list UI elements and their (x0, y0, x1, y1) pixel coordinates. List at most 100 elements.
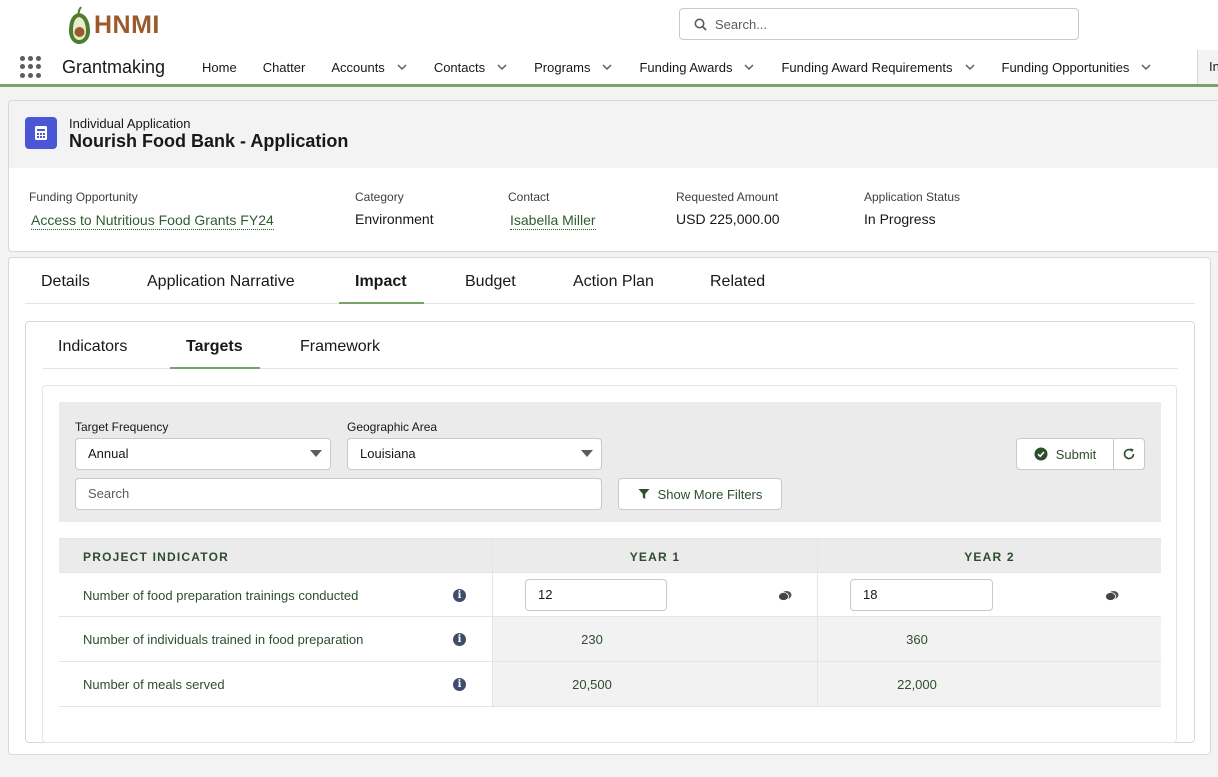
active-subtab-indicator (170, 367, 260, 369)
year-1-input[interactable]: 12 (525, 579, 667, 611)
search-icon (694, 18, 707, 31)
nav-item-label: Chatter (262, 59, 306, 75)
impact-card: Indicators Targets Framework Target Freq… (25, 321, 1195, 743)
show-more-filters-button[interactable]: Show More Filters (618, 478, 782, 510)
nav-item-label: Accounts (331, 59, 385, 75)
tab-related[interactable]: Related (710, 273, 765, 291)
subtab-framework[interactable]: Framework (300, 338, 380, 356)
application-record-icon (25, 117, 57, 149)
nav-item-overflow-tab[interactable]: In (1197, 50, 1218, 84)
button-label: Show More Filters (657, 486, 763, 502)
subtab-indicators[interactable]: Indicators (58, 338, 127, 356)
field-funding-opportunity: Funding Opportunity Access to Nutritious… (29, 190, 274, 230)
subtab-targets[interactable]: Targets (186, 338, 243, 356)
nav-item-label: Funding Award Requirements (781, 59, 953, 75)
avocado-logo-icon (69, 6, 90, 44)
year-2-input[interactable]: 18 (850, 579, 993, 611)
field-application-status: Application Status In Progress (864, 190, 960, 227)
column-header-year-2: YEAR 2 (964, 550, 1015, 564)
tab-action-plan[interactable]: Action Plan (573, 273, 654, 291)
comment-icon[interactable] (1105, 590, 1119, 602)
geographic-area-select[interactable]: Louisiana (347, 438, 602, 470)
target-frequency-label: Target Frequency (75, 420, 169, 434)
select-value: Annual (88, 446, 129, 461)
field-requested-amount: Requested Amount USD 225,000.00 (676, 190, 780, 227)
submit-button[interactable]: Submit (1016, 438, 1114, 470)
column-header-year-1: YEAR 1 (629, 550, 681, 564)
geographic-area-label: Geographic Area (347, 420, 438, 434)
active-tab-indicator (339, 302, 424, 304)
info-icon[interactable]: i (453, 633, 466, 646)
nav-item-label: Contacts (433, 59, 486, 75)
field-value: In Progress (864, 211, 936, 227)
nav-item-programs[interactable]: Programs (534, 60, 613, 75)
nav-item-label: Funding Awards (639, 59, 733, 75)
nav-item-funding-opportunities[interactable]: Funding Opportunities (1002, 60, 1153, 75)
nav-item-funding-award-requirements[interactable]: Funding Award Requirements (781, 60, 975, 75)
tab-budget[interactable]: Budget (465, 273, 516, 291)
button-label: Submit (1055, 446, 1097, 462)
year-2-value: 360 (906, 632, 928, 647)
hnmi-logo[interactable]: HNMI (66, 4, 160, 46)
record-detail-card: Details Application Narrative Impact Bud… (8, 257, 1211, 755)
field-label: Funding Opportunity (29, 190, 138, 204)
app-name: Grantmaking (62, 57, 166, 77)
field-label: Requested Amount (676, 190, 779, 204)
comment-icon[interactable] (778, 590, 792, 602)
filter-bar: Target Frequency Annual Geographic Area … (59, 402, 1161, 522)
chevron-down-icon[interactable] (964, 61, 976, 73)
info-icon[interactable]: i (453, 678, 466, 691)
column-header-project-indicator: PROJECT INDICATOR (83, 550, 229, 564)
refresh-button[interactable] (1113, 438, 1145, 470)
record-title: Nourish Food Bank - Application (69, 131, 349, 151)
app-navigation-bar: Grantmaking Home Chatter Accounts Contac… (0, 50, 1218, 87)
nav-item-chatter[interactable]: Chatter (263, 60, 306, 75)
year-1-value: 230 (581, 632, 603, 647)
nav-items: Home Chatter Accounts Contacts Programs … (202, 50, 1178, 84)
caret-down-icon (581, 450, 593, 457)
column-divider (492, 573, 493, 616)
app-launcher-icon[interactable] (20, 56, 42, 78)
column-divider (492, 662, 493, 706)
contact-link[interactable]: Isabella Miller (510, 212, 596, 230)
column-divider (817, 617, 818, 661)
table-row: Number of meals served i 20,500 22,000 (59, 662, 1161, 707)
tab-application-narrative[interactable]: Application Narrative (147, 273, 295, 291)
target-frequency-select[interactable]: Annual (75, 438, 331, 470)
table-header: PROJECT INDICATOR YEAR 1 YEAR 2 (59, 538, 1161, 573)
nav-item-accounts[interactable]: Accounts (331, 60, 407, 75)
chevron-down-icon[interactable] (1140, 61, 1152, 73)
tab-impact[interactable]: Impact (355, 273, 407, 291)
year-2-value: 22,000 (897, 677, 937, 692)
nav-item-contacts[interactable]: Contacts (434, 60, 508, 75)
funding-opportunity-link[interactable]: Access to Nutritious Food Grants FY24 (31, 212, 274, 230)
column-divider (817, 573, 818, 616)
field-label: Application Status (864, 190, 961, 204)
nav-item-funding-awards[interactable]: Funding Awards (639, 60, 755, 75)
tab-details[interactable]: Details (41, 273, 90, 291)
chevron-down-icon[interactable] (743, 61, 755, 73)
refresh-icon (1123, 448, 1135, 460)
field-value: USD 225,000.00 (676, 211, 780, 227)
field-label: Category (355, 190, 404, 204)
search-placeholder: Search... (715, 16, 768, 32)
field-contact: Contact Isabella Miller (508, 190, 596, 230)
chevron-down-icon[interactable] (601, 61, 613, 73)
table-row: Number of individuals trained in food pr… (59, 617, 1161, 662)
logo-text: HNMI (94, 10, 160, 39)
column-divider (817, 662, 818, 706)
impact-subtabs: Indicators Targets Framework (43, 322, 1178, 369)
global-search-input[interactable]: Search... (679, 8, 1079, 40)
chevron-down-icon[interactable] (496, 61, 508, 73)
nav-item-label: Programs (534, 59, 591, 75)
filter-search-input[interactable]: Search (75, 478, 602, 510)
info-icon[interactable]: i (453, 589, 466, 602)
year-1-value: 20,500 (572, 677, 612, 692)
nav-item-home[interactable]: Home (202, 60, 237, 75)
indicator-name: Number of individuals trained in food pr… (83, 632, 364, 647)
field-category: Category Environment (355, 190, 434, 227)
caret-down-icon (310, 450, 322, 457)
global-header: HNMI Search... (0, 0, 1218, 50)
record-type: Individual Application (69, 116, 191, 131)
chevron-down-icon[interactable] (396, 61, 408, 73)
